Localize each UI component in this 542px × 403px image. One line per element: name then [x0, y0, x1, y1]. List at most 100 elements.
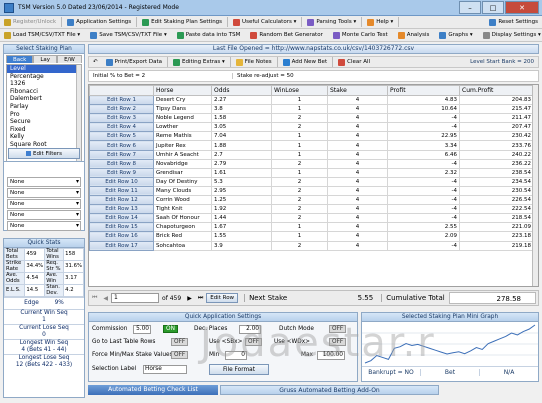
edit-row-button[interactable]: Edit Row 9	[89, 167, 154, 178]
filter-select-1[interactable]: None	[7, 177, 81, 187]
edit-row-button[interactable]: Edit Row 1	[89, 94, 154, 106]
edit-row-button[interactable]: Edit Row 17	[89, 240, 154, 251]
edit-row-button[interactable]: Edit Row 4	[89, 122, 154, 133]
table-cell: 22.95	[387, 131, 460, 142]
edit-row-button[interactable]: Edit Row 7	[89, 149, 154, 160]
useful-calculators-menu[interactable]: Useful Calculators ▾	[229, 16, 300, 28]
application-settings-menu[interactable]: Application Settings	[63, 16, 135, 28]
edit-row-button[interactable]: Edit Row 3	[89, 113, 154, 124]
table-cell: -4	[387, 158, 460, 169]
add-new-bet-button[interactable]: Add New Bet	[279, 56, 331, 68]
filter-select-3[interactable]: None	[7, 199, 81, 209]
gruss-addon-button[interactable]: Gruss Automated Betting Add-On	[220, 385, 439, 395]
table-cell: 2.09	[387, 231, 460, 242]
plan-item-level[interactable]: Level	[7, 65, 81, 73]
edit-row-button[interactable]: Edit Row 2	[89, 104, 154, 115]
watermark: Jodaestar.r	[200, 320, 436, 366]
close-icon[interactable]: ✕	[505, 1, 539, 14]
maximize-icon[interactable]: □	[482, 1, 504, 14]
column-header[interactable]: Stake	[327, 85, 388, 96]
edit-row-button[interactable]: Edit Row 6	[89, 140, 154, 151]
commission-toggle[interactable]: ON	[163, 325, 178, 333]
edit-row-button[interactable]: Edit Row 16	[89, 231, 154, 242]
plan-item-secure[interactable]: Secure	[7, 118, 81, 126]
reset-settings-menu[interactable]: Reset Settings	[485, 16, 542, 28]
column-header[interactable]	[89, 85, 154, 96]
edit-row-button[interactable]: Edit Row 5	[89, 131, 154, 142]
tab-lay[interactable]: Lay	[33, 55, 58, 63]
print-export-button[interactable]: Print/Export Data	[102, 56, 166, 68]
help-menu[interactable]: Help ▾	[363, 16, 397, 28]
filter-select-5[interactable]: None	[7, 221, 81, 231]
table-cell: 1.58	[211, 113, 272, 124]
table-cell: 1	[271, 167, 328, 178]
mini-graph-footer: Bankrupt = NO Bet N/A	[362, 366, 538, 378]
save-tsm-csv-txt-file-menu[interactable]: Save TSM/CSV/TXT File ▾	[86, 29, 171, 41]
prev-page-icon[interactable]: ◀	[100, 295, 111, 302]
edit-filters-button[interactable]: Edit Filters	[8, 148, 80, 159]
menu-separator	[301, 17, 303, 27]
edit-row-button[interactable]: Edit Row 14	[89, 213, 154, 224]
column-header[interactable]: WinLose	[271, 85, 328, 96]
undo-icon[interactable]: ↶	[89, 56, 102, 68]
clear-all-button[interactable]: Clear All	[334, 56, 374, 68]
editing-extras-button[interactable]: Editing Extras ▾	[169, 56, 229, 68]
analysis-icon	[397, 31, 405, 39]
stat-value: 459	[24, 248, 46, 261]
next-page-icon[interactable]: ▶	[184, 295, 195, 302]
edit-row-button[interactable]: Edit Row 8	[89, 158, 154, 169]
plan-item-pro[interactable]: Pro	[7, 111, 81, 119]
table-cell: Novabridge	[153, 158, 212, 169]
column-header[interactable]: Cum.Profit	[459, 85, 534, 96]
table-cell: Tight Knit	[153, 204, 212, 215]
plan-item-fixed[interactable]: Fixed	[7, 126, 81, 134]
folder-icon	[4, 31, 11, 39]
column-header[interactable]: Odds	[211, 85, 272, 96]
edit-row-button[interactable]: Edit Row	[206, 293, 239, 303]
plan-item-parlay[interactable]: Parlay	[7, 103, 81, 111]
plan-item-kelly[interactable]: Kelly	[7, 133, 81, 141]
edit-row-button[interactable]: Edit Row 15	[89, 222, 154, 233]
plan-item-fibonacci[interactable]: Fibonacci	[7, 88, 81, 96]
plan-item-percentage[interactable]: Percentage	[7, 73, 81, 81]
page-input[interactable]: 1	[111, 293, 160, 303]
edit-row-button[interactable]: Edit Row 12	[89, 195, 154, 206]
paste-data-into-tsm-menu[interactable]: Paste data into TSM	[173, 29, 245, 41]
edit-row-button[interactable]: Edit Row 13	[89, 204, 154, 215]
force-minmax-toggle[interactable]: OFF	[171, 351, 189, 359]
register-unlock-menu[interactable]: Register/Unlock	[0, 16, 60, 28]
grid-scrollbar[interactable]	[532, 85, 538, 286]
filter-select-4[interactable]: None	[7, 210, 81, 220]
plan-item-dalembert[interactable]: Dalembert	[7, 95, 81, 103]
check-list-button[interactable]: Automated Betting Check List	[88, 385, 218, 395]
column-header[interactable]: Horse	[153, 85, 212, 96]
display-settings-menu[interactable]: Display Settings ▾	[479, 29, 542, 41]
filter-select-2[interactable]: None	[7, 188, 81, 198]
menu-label: Display Settings ▾	[491, 32, 541, 38]
first-page-icon[interactable]: ⏮	[89, 294, 100, 302]
table-cell: Reme Mathis	[153, 131, 212, 142]
plan-item-1326[interactable]: 1326	[7, 80, 81, 88]
minimize-icon[interactable]: –	[459, 1, 481, 14]
commission-input[interactable]: 5.00	[133, 325, 151, 334]
last-page-icon[interactable]: ⏭	[195, 294, 206, 302]
edit-staking-plan-settings-menu[interactable]: Edit Staking Plan Settings	[138, 16, 226, 28]
parsing-tools-menu[interactable]: Parsing Tools ▾	[303, 16, 360, 28]
random-bet-generator-menu[interactable]: Random Bet Generator	[246, 29, 327, 41]
plan-params-row: Initial % to Bet = 2 Stake re-adjust = 5…	[88, 70, 539, 82]
analysis-menu[interactable]: Analysis	[394, 29, 434, 41]
edit-row-button[interactable]: Edit Row 10	[89, 176, 154, 187]
selection-input[interactable]: Horse	[143, 365, 187, 374]
edit-row-button[interactable]: Edit Row 11	[89, 185, 154, 197]
column-header[interactable]: Profit	[387, 85, 460, 96]
monte-carlo-test-menu[interactable]: Monte Carlo Test	[329, 29, 392, 41]
go-last-toggle[interactable]: OFF	[171, 338, 189, 346]
table-cell: -4	[387, 195, 460, 206]
add-icon	[282, 58, 290, 66]
file-notes-button[interactable]: File Notes	[232, 56, 276, 68]
table-row: Edit Row 13 Tight Knit 1.92 2 4 -4 222.54	[89, 204, 534, 215]
load-tsm-csv-txt-file-menu[interactable]: Load TSM/CSV/TXT File ▾	[0, 29, 84, 41]
tab-ew[interactable]: E/W	[57, 55, 82, 63]
graphs-menu[interactable]: Graphs ▾	[435, 29, 476, 41]
tab-back[interactable]: Back	[6, 55, 34, 63]
